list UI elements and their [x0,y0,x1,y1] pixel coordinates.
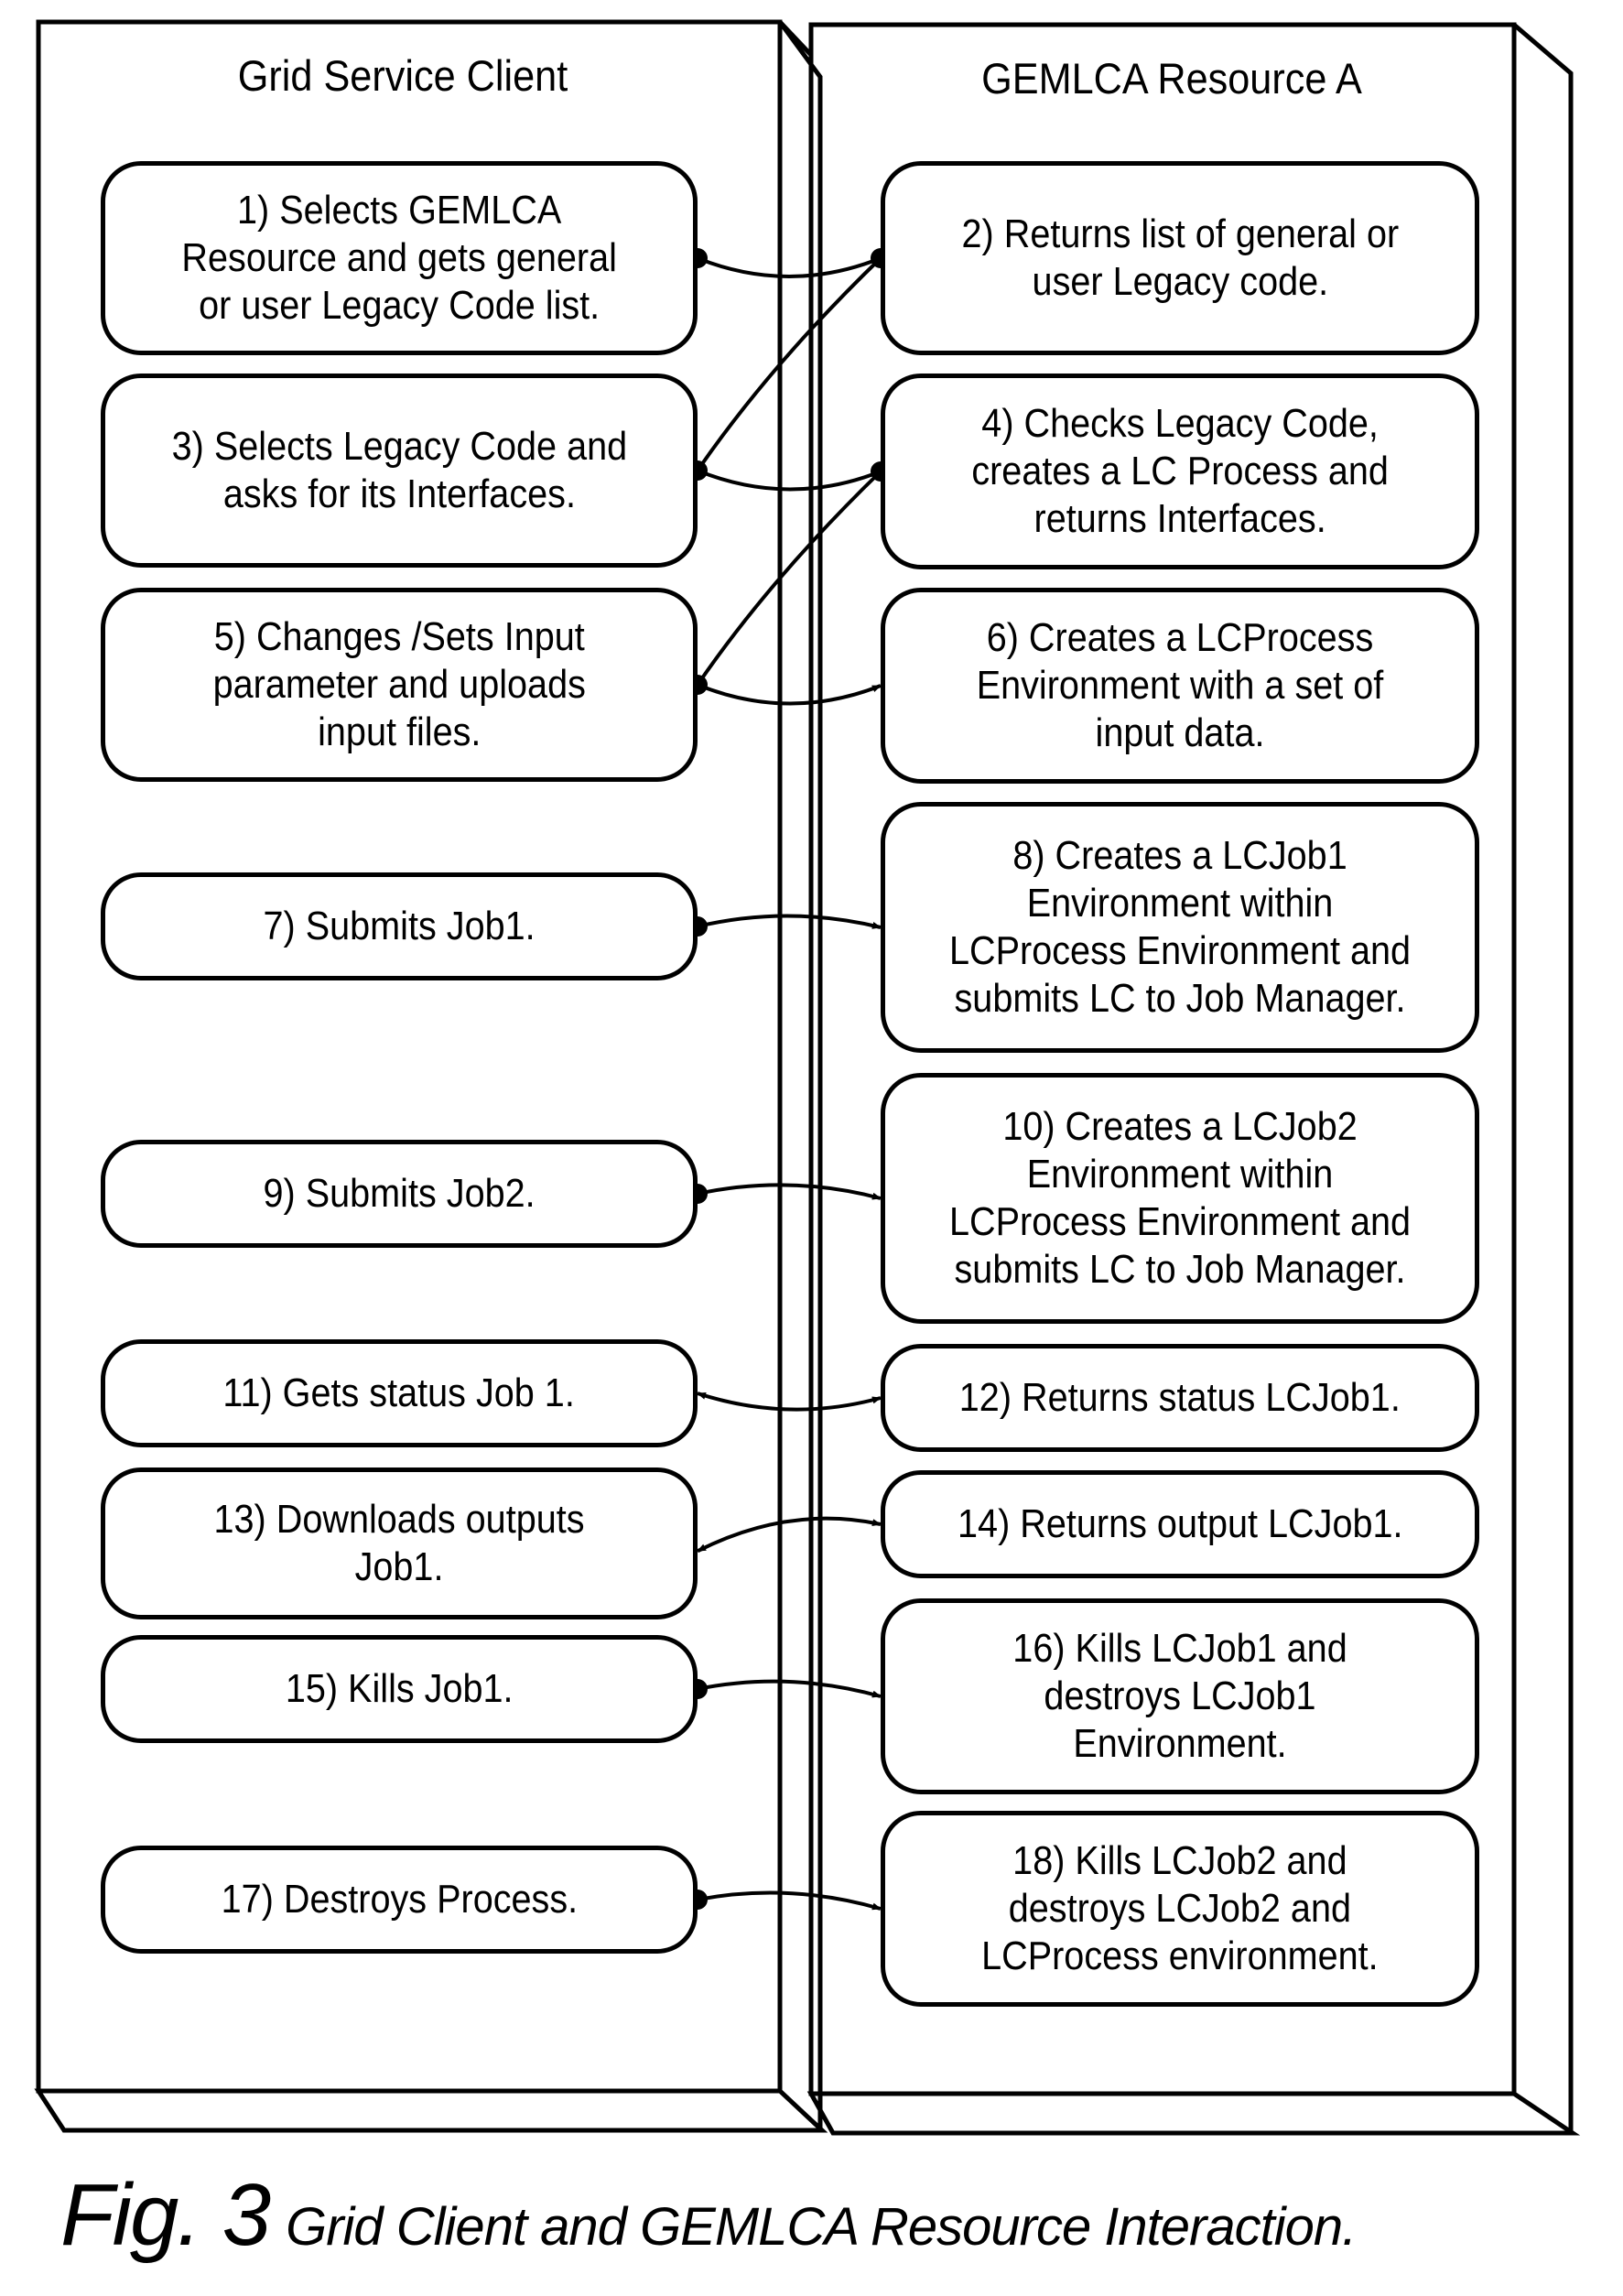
step-17-destroy-process: 17) Destroys Process. [101,1846,698,1954]
connector-11-to-12 [697,1392,882,1412]
step-9-submit-job2: 9) Submits Job2. [101,1140,698,1248]
step-2-return-list: 2) Returns list of general or user Legac… [881,161,1479,355]
step-16-destroy-job1-env: 16) Kills LCJob1 and destroys LCJob1 Env… [881,1598,1479,1794]
connector-5-to-6 [697,683,882,706]
connector-9-to-10 [697,1183,882,1200]
step-label: 5) Changes /Sets Input parameter and upl… [212,614,586,754]
step-label: 15) Kills Job1. [285,1666,514,1711]
figure-title: Grid Client and GEMLCA Resource Interact… [286,2197,1357,2257]
step-label: 1) Selects GEMLCA Resource and gets gene… [181,188,617,328]
step-label: 7) Submits Job1. [263,904,536,948]
step-13-download-outputs: 13) Downloads outputs Job1. [101,1467,698,1619]
connector-3-to-4 [697,469,882,492]
connector-4-to-5 [696,470,882,687]
step-label: 12) Returns status LCJob1. [958,1375,1401,1420]
client-lane-title: Grid Service Client [237,51,568,100]
step-label: 16) Kills LCJob1 and destroys LCJob1 Env… [1012,1626,1347,1766]
step-4-check-code: 4) Checks Legacy Code, creates a LC Proc… [881,374,1479,569]
figure-caption: Fig. 3 Grid Client and GEMLCA Resource In… [60,2165,1357,2266]
connector-1-to-2 [697,256,882,278]
step-label: 3) Selects Legacy Code and asks for its … [171,424,627,516]
step-label: 2) Returns list of general or user Legac… [961,211,1399,304]
figure-number: Fig. 3 [60,2166,271,2264]
step-11-get-status: 11) Gets status Job 1. [101,1339,698,1447]
step-label: 11) Gets status Job 1. [222,1370,576,1415]
step-label: 10) Creates a LCJob2 Environment within … [948,1104,1412,1292]
step-label: 17) Destroys Process. [221,1877,578,1922]
step-1-select-resource: 1) Selects GEMLCA Resource and gets gene… [101,161,698,355]
connector-13-to-14 [697,1516,882,1554]
step-12-return-status: 12) Returns status LCJob1. [881,1344,1479,1452]
step-label: 4) Checks Legacy Code, creates a LC Proc… [971,401,1389,541]
step-8-create-job1-env: 8) Creates a LCJob1 Environment within L… [881,802,1479,1053]
resource-lane-title: GEMLCA Resource A [981,54,1362,103]
step-label: 8) Creates a LCJob1 Environment within L… [948,833,1412,1021]
step-18-destroy-all: 18) Kills LCJob2 and destroys LCJob2 and… [881,1811,1479,2007]
connector-15-to-16 [697,1679,882,1698]
step-label: 13) Downloads outputs Job1. [213,1497,585,1589]
step-label: 18) Kills LCJob2 and destroys LCJob2 and… [981,1838,1379,1978]
step-7-submit-job1: 7) Submits Job1. [101,872,698,980]
step-14-return-output: 14) Returns output LCJob1. [881,1470,1479,1578]
connector-2-to-3 [696,256,882,472]
step-label: 14) Returns output LCJob1. [957,1501,1403,1546]
step-10-create-job2-env: 10) Creates a LCJob2 Environment within … [881,1073,1479,1324]
connector-7-to-8 [697,914,882,929]
step-label: 9) Submits Job2. [263,1171,536,1216]
step-3-select-code: 3) Selects Legacy Code and asks for its … [101,374,698,568]
connector-17-to-18 [697,1890,882,1911]
connectors-layer [687,248,891,1911]
step-5-set-input: 5) Changes /Sets Input parameter and upl… [101,588,698,782]
step-label: 6) Creates a LCProcess Environment with … [976,615,1384,755]
step-6-create-env: 6) Creates a LCProcess Environment with … [881,588,1479,784]
step-15-kill-job1: 15) Kills Job1. [101,1635,698,1743]
